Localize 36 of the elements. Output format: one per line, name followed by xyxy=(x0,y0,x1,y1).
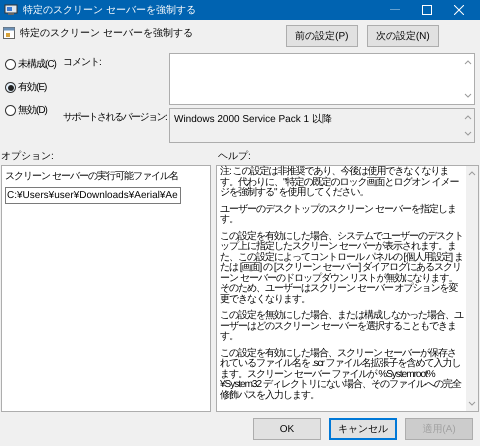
options-label: オプション: xyxy=(1,150,55,162)
maximize-icon[interactable] xyxy=(422,5,432,15)
close-icon[interactable] xyxy=(454,5,464,15)
window-icon xyxy=(4,4,18,16)
policy-icon xyxy=(3,27,15,39)
scroll-up-icon[interactable] xyxy=(468,171,476,176)
policy-title: 特定のスクリーン セーバーを強制する xyxy=(20,26,193,41)
help-paragraph: この設定を有効にした場合、スクリーン セーバーが保存されているファイル名を .scr ファイル名拡張子を含めて入力します。スクリーン セーバー ファイルが %Systemroot%¥System32 ディレクトリにない場合、そのファイルへの完全修飾パスを入力します。 xyxy=(220,348,462,401)
dialog-button[interactable]: キャンセル xyxy=(329,418,397,440)
help-label: ヘルプ: xyxy=(218,150,251,162)
field-label: スクリーン セーバーの実行可能ファイル名 xyxy=(5,170,178,184)
help-paragraph: 注: この設定は非推奨であり、今後は使用できなくなります。代わりに、"特定の既定のロック画面とログオン イメージを強制する" を使用してください。 xyxy=(220,167,460,198)
window-title: 特定のスクリーン セーバーを強制する xyxy=(23,4,196,18)
dialog-button[interactable]: OK xyxy=(253,418,321,440)
supported-value: Windows 2000 Service Pack 1 以降 xyxy=(173,112,333,127)
nav-button[interactable]: 前の設定(P) xyxy=(286,25,358,47)
scrollbar[interactable] xyxy=(466,166,478,411)
scroll-up-icon[interactable] xyxy=(464,115,472,120)
help-paragraph: この設定を有効にした場合、システムでユーザーのデスクトップ上に指定したスクリーン セーバーが表示されます。また、この設定によってコントロール パネルの [個人用設定] または [画面] の [スクリーン セーバー] ダイアログにあるスクリーン セーバーのドロップダウン リストが無効になります。そのため、ユーザーはスクリーン セーバー オプションを変更できなくなります。 xyxy=(220,232,464,305)
radio-button[interactable] xyxy=(5,59,16,70)
radio-label[interactable]: 未構成(C) xyxy=(18,57,56,72)
radio-button[interactable] xyxy=(5,105,16,116)
input-field[interactable]: C:¥Users¥user¥Downloads¥Aerial¥Ae xyxy=(5,187,181,204)
radio-label[interactable]: 有効(E) xyxy=(18,80,46,95)
scroll-down-icon[interactable] xyxy=(464,131,472,136)
radio-label[interactable]: 無効(D) xyxy=(18,103,47,118)
comment-field[interactable] xyxy=(169,53,475,105)
comment-label: コメント: xyxy=(63,56,102,70)
scroll-up-icon[interactable] xyxy=(464,60,472,65)
scroll-down-icon[interactable] xyxy=(464,93,472,98)
help-paragraph: この設定を無効にした場合、または構成しなかった場合、ユーザーはどのスクリーン セーバーを選択することもできます。 xyxy=(220,311,464,342)
radio-button[interactable] xyxy=(5,82,16,93)
help-paragraph: ユーザーのデスクトップのスクリーン セーバーを指定します。 xyxy=(220,204,457,226)
supported-label: サポートされるバージョン: xyxy=(63,111,168,125)
nav-button[interactable]: 次の設定(N) xyxy=(366,25,439,47)
scroll-down-icon[interactable] xyxy=(468,401,476,406)
